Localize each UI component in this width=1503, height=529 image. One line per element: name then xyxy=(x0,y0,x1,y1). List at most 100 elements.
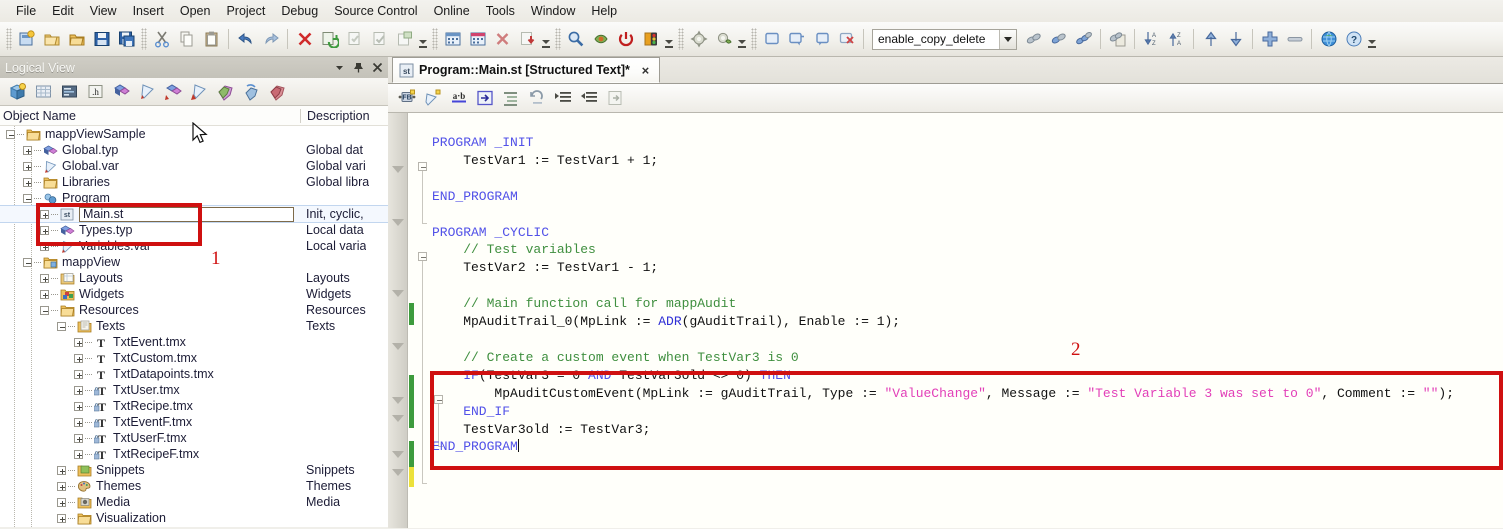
var-add-icon[interactable] xyxy=(187,80,211,104)
expand-icon[interactable] xyxy=(74,353,83,363)
tree-item-txtrecipe-tmx[interactable]: T TxtRecipe.tmx xyxy=(0,398,388,414)
export-icon[interactable] xyxy=(603,86,627,110)
link-multi-icon[interactable] xyxy=(1072,28,1095,51)
tree-item-libraries[interactable]: Libraries Global libra xyxy=(0,174,388,190)
toolbar-overflow-2[interactable] xyxy=(540,28,551,50)
typ-icon[interactable] xyxy=(109,80,133,104)
cut-icon[interactable] xyxy=(150,28,173,51)
expand-icon[interactable] xyxy=(57,481,66,491)
expand-icon[interactable] xyxy=(40,273,49,283)
close-icon[interactable]: × xyxy=(639,63,652,78)
chevron-down-icon[interactable] xyxy=(999,29,1016,49)
open-folder-icon[interactable] xyxy=(40,28,63,51)
chevron-down-icon[interactable] xyxy=(331,59,348,76)
toolbar-grip[interactable] xyxy=(6,28,12,50)
expand-icon[interactable] xyxy=(74,385,83,395)
expand-icon[interactable] xyxy=(40,209,49,219)
tree-item-txteventf-tmx[interactable]: T TxtEventF.tmx xyxy=(0,414,388,430)
gutter-arrow-icon[interactable] xyxy=(392,219,404,226)
toolbar-overflow-1[interactable] xyxy=(417,28,428,50)
menu-item-online[interactable]: Online xyxy=(426,2,478,21)
panel-right-icon[interactable] xyxy=(785,28,808,51)
delete-icon[interactable] xyxy=(293,28,316,51)
collapse-icon[interactable] xyxy=(57,321,66,331)
help-icon[interactable]: ? xyxy=(1342,28,1365,51)
properties-icon[interactable] xyxy=(57,80,81,104)
collapse-icon[interactable] xyxy=(40,305,49,315)
traffic-light-icon[interactable] xyxy=(639,28,662,51)
toolbar-overflow-4[interactable] xyxy=(736,28,747,50)
tree-item-program[interactable]: Program xyxy=(0,190,388,206)
configuration-combo[interactable]: enable_copy_delete xyxy=(872,28,1017,50)
link-blue-icon[interactable] xyxy=(1047,28,1070,51)
close-icon[interactable] xyxy=(369,59,386,76)
new-project-icon[interactable] xyxy=(15,28,38,51)
rebuild-icon[interactable] xyxy=(318,28,341,51)
sort-az-icon[interactable]: AZ xyxy=(1140,28,1163,51)
zoom-icon[interactable] xyxy=(564,28,587,51)
panel-close-icon[interactable] xyxy=(835,28,858,51)
menu-item-insert[interactable]: Insert xyxy=(125,2,172,21)
expand-icon[interactable] xyxy=(57,497,66,507)
debug-icon[interactable] xyxy=(589,28,612,51)
expand-icon[interactable] xyxy=(23,145,32,155)
fold-toggle[interactable] xyxy=(418,162,427,171)
expand-icon[interactable] xyxy=(57,513,66,523)
tree-item-resources[interactable]: Resources Resources xyxy=(0,302,388,318)
toolbar-grip-6[interactable] xyxy=(751,28,757,50)
collapse-icon[interactable] xyxy=(6,129,15,139)
download-icon[interactable] xyxy=(516,28,539,51)
toolbar-grip-5[interactable] xyxy=(678,28,684,50)
tree-item-visualization[interactable]: Visualization xyxy=(0,510,388,526)
add-object-icon[interactable] xyxy=(5,80,29,104)
var-icon[interactable] xyxy=(135,80,159,104)
panel-icon[interactable] xyxy=(760,28,783,51)
panel-left-icon[interactable] xyxy=(810,28,833,51)
expand-icon[interactable] xyxy=(40,289,49,299)
menu-item-edit[interactable]: Edit xyxy=(44,2,82,21)
transfer-icon[interactable] xyxy=(393,28,416,51)
fold-column[interactable] xyxy=(416,113,432,528)
tree-item-txtuser-tmx[interactable]: T TxtUser.tmx xyxy=(0,382,388,398)
link-doc-icon[interactable] xyxy=(1106,28,1129,51)
simulation-grid-icon[interactable] xyxy=(466,28,489,51)
toolbar-overflow-3[interactable] xyxy=(663,28,674,50)
tree-item-texts[interactable]: Texts Texts xyxy=(0,318,388,334)
gutter-arrow-icon[interactable] xyxy=(392,469,404,476)
expand-icon[interactable] xyxy=(40,241,49,251)
toolbar-grip-4[interactable] xyxy=(555,28,561,50)
insert-var-icon[interactable] xyxy=(421,86,445,110)
tree-item-txtuserf-tmx[interactable]: T TxtUserF.tmx xyxy=(0,430,388,446)
save-all-icon[interactable] xyxy=(115,28,138,51)
expand-icon[interactable] xyxy=(74,417,83,427)
typ-add-icon[interactable] xyxy=(161,80,185,104)
tree-item-media[interactable]: Media Media xyxy=(0,494,388,510)
tree-item-types-typ[interactable]: Types.typ Local data xyxy=(0,222,388,238)
simulation-icon[interactable] xyxy=(441,28,464,51)
expand-icon[interactable] xyxy=(74,433,83,443)
expand-icon[interactable] xyxy=(23,161,32,171)
expand-icon[interactable] xyxy=(74,401,83,411)
logical-view-tree[interactable]: mappViewSample Global.typ Global dat Global… xyxy=(0,126,388,527)
paste-icon[interactable] xyxy=(200,28,223,51)
gutter-arrow-icon[interactable] xyxy=(392,343,404,350)
column-header-object-name[interactable]: Object Name xyxy=(0,109,300,123)
expand-icon[interactable] xyxy=(40,225,49,235)
tree-item-themes[interactable]: Themes Themes xyxy=(0,478,388,494)
settings-debug-icon[interactable] xyxy=(712,28,735,51)
tree-item-txtcustom-tmx[interactable]: T TxtCustom.tmx xyxy=(0,350,388,366)
tree-item-layouts[interactable]: Layouts Layouts xyxy=(0,270,388,286)
tree-item-txtrecipef-tmx[interactable]: T TxtRecipeF.tmx xyxy=(0,446,388,462)
link-icon[interactable] xyxy=(1022,28,1045,51)
tree-item-snippets[interactable]: Snippets Snippets xyxy=(0,462,388,478)
menu-item-source-control[interactable]: Source Control xyxy=(326,2,425,21)
build-check-icon[interactable] xyxy=(368,28,391,51)
settings-gear-icon[interactable] xyxy=(687,28,710,51)
menu-item-window[interactable]: Window xyxy=(523,2,583,21)
tree-item-txtevent-tmx[interactable]: T TxtEvent.tmx xyxy=(0,334,388,350)
open-recent-icon[interactable] xyxy=(65,28,88,51)
toolbar-grip-3[interactable] xyxy=(432,28,438,50)
indent-icon[interactable] xyxy=(551,86,575,110)
tree-item-variables-var[interactable]: Variables.var Local varia xyxy=(0,238,388,254)
format-icon[interactable] xyxy=(499,86,523,110)
